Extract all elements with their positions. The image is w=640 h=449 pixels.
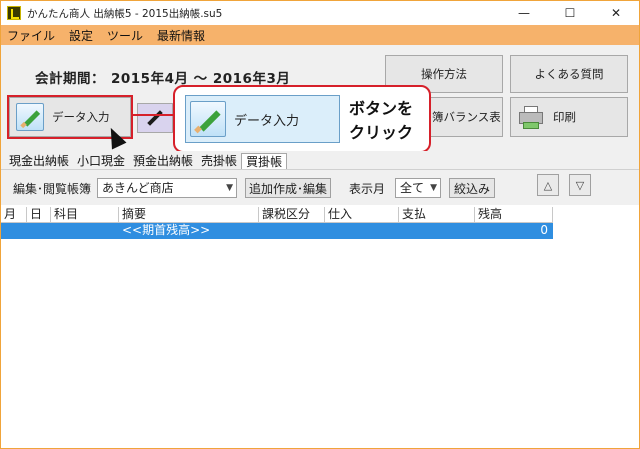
ledger-label: 編集･閲覧帳簿 xyxy=(13,182,92,196)
cell-day xyxy=(27,223,51,239)
menu-settings[interactable]: 設定 xyxy=(69,27,93,44)
table-header: 月 日 科目 摘要 課税区分 仕入 支払 残高 xyxy=(1,207,553,223)
tab-petty-cash[interactable]: 小口現金 xyxy=(73,153,129,169)
cell-description: <<期首残高>> xyxy=(119,223,259,239)
col-tax[interactable]: 課税区分 xyxy=(259,207,325,223)
col-balance[interactable]: 残高 xyxy=(475,207,553,223)
callout-line-2: クリック xyxy=(349,123,414,142)
menu-tools[interactable]: ツール xyxy=(107,27,143,44)
period-label: 会計期間： xyxy=(35,71,105,87)
callout-instruction: ボタンを クリック xyxy=(349,97,413,145)
print-label: 印刷 xyxy=(553,110,576,124)
faq-button[interactable]: よくある質問 xyxy=(510,55,628,93)
table-row[interactable]: <<期首残高>> 0 xyxy=(1,223,553,239)
tab-payables[interactable]: 買掛帳 xyxy=(241,153,288,169)
ledger-select[interactable]: あきんど商店 ▼ xyxy=(97,178,237,198)
pencil-icon xyxy=(16,103,44,131)
window-title: かんたん商人 出納帳5 - 2015出納帳.su5 xyxy=(27,7,223,20)
up-triangle-icon: △ xyxy=(543,178,553,192)
callout-line-1: ボタンを xyxy=(349,99,414,118)
instruction-callout: データ入力 ボタンを クリック xyxy=(173,85,431,153)
edit-tool-button[interactable] xyxy=(137,103,173,133)
menu-file[interactable]: ファイル xyxy=(7,27,55,44)
tab-cash-book[interactable]: 現金出納帳 xyxy=(5,153,73,169)
pen-icon xyxy=(144,107,166,129)
tab-deposit-book[interactable]: 預金出納帳 xyxy=(129,153,197,169)
move-down-button[interactable]: ▽ xyxy=(569,174,591,196)
ledger-select-value: あきんど商店 xyxy=(102,181,174,195)
ledger-tabs: 現金出納帳 小口現金 預金出納帳 売掛帳 買掛帳 xyxy=(1,151,639,169)
printer-icon xyxy=(517,103,545,131)
cell-balance: 0 xyxy=(475,223,553,239)
chevron-down-icon: ▼ xyxy=(226,183,233,193)
pencil-icon xyxy=(190,101,226,137)
print-button[interactable]: 印刷 xyxy=(510,97,628,137)
narrow-label: 絞込み xyxy=(453,181,490,196)
callout-data-entry-button: データ入力 xyxy=(185,95,340,143)
menu-bar: ファイル 設定 ツール 最新情報 xyxy=(1,25,639,45)
close-button[interactable]: ✕ xyxy=(593,1,639,25)
ledger-table: 月 日 科目 摘要 課税区分 仕入 支払 残高 <<期首残高>> 0 xyxy=(1,207,553,239)
tab-receivables[interactable]: 売掛帳 xyxy=(197,153,241,169)
app-logo-icon xyxy=(7,6,21,20)
callout-connector xyxy=(131,114,175,116)
col-description[interactable]: 摘要 xyxy=(119,207,259,223)
month-select[interactable]: 全て ▼ xyxy=(395,178,441,198)
move-up-button[interactable]: △ xyxy=(537,174,559,196)
how-to-label: 操作方法 xyxy=(421,67,467,81)
col-day[interactable]: 日 xyxy=(27,207,51,223)
faq-label: よくある質問 xyxy=(534,67,604,81)
cell-purchase xyxy=(325,223,399,239)
filter-bar: 編集･閲覧帳簿 あきんど商店 ▼ 追加作成･編集 表示月 全て ▼ 絞込み △ … xyxy=(1,169,639,205)
narrow-button[interactable]: 絞込み xyxy=(449,178,495,198)
col-purchase[interactable]: 仕入 xyxy=(325,207,399,223)
accounting-period: 会計期間： 2015年4月 〜 2016年3月 xyxy=(35,67,290,87)
cell-month xyxy=(1,223,27,239)
callout-button-label: データ入力 xyxy=(234,113,300,129)
minimize-button[interactable]: — xyxy=(501,1,547,25)
cell-account xyxy=(51,223,119,239)
title-bar: かんたん商人 出納帳5 - 2015出納帳.su5 — ☐ ✕ xyxy=(1,1,639,25)
maximize-button[interactable]: ☐ xyxy=(547,1,593,25)
balance-sheet-label: 簿バランス表 xyxy=(432,110,501,124)
cell-tax xyxy=(259,223,325,239)
menu-news[interactable]: 最新情報 xyxy=(157,27,205,44)
add-edit-label: 追加作成･編集 xyxy=(248,181,327,196)
col-account[interactable]: 科目 xyxy=(51,207,119,223)
app-window: かんたん商人 出納帳5 - 2015出納帳.su5 — ☐ ✕ ファイル 設定 … xyxy=(0,0,640,449)
chevron-down-icon: ▼ xyxy=(430,183,437,193)
add-edit-button[interactable]: 追加作成･編集 xyxy=(245,178,331,198)
month-select-value: 全て xyxy=(400,181,425,195)
col-month[interactable]: 月 xyxy=(1,207,27,223)
down-triangle-icon: ▽ xyxy=(575,178,585,192)
month-label: 表示月 xyxy=(349,182,386,196)
cell-payment xyxy=(399,223,475,239)
col-payment[interactable]: 支払 xyxy=(399,207,475,223)
data-entry-label: データ入力 xyxy=(52,110,110,124)
